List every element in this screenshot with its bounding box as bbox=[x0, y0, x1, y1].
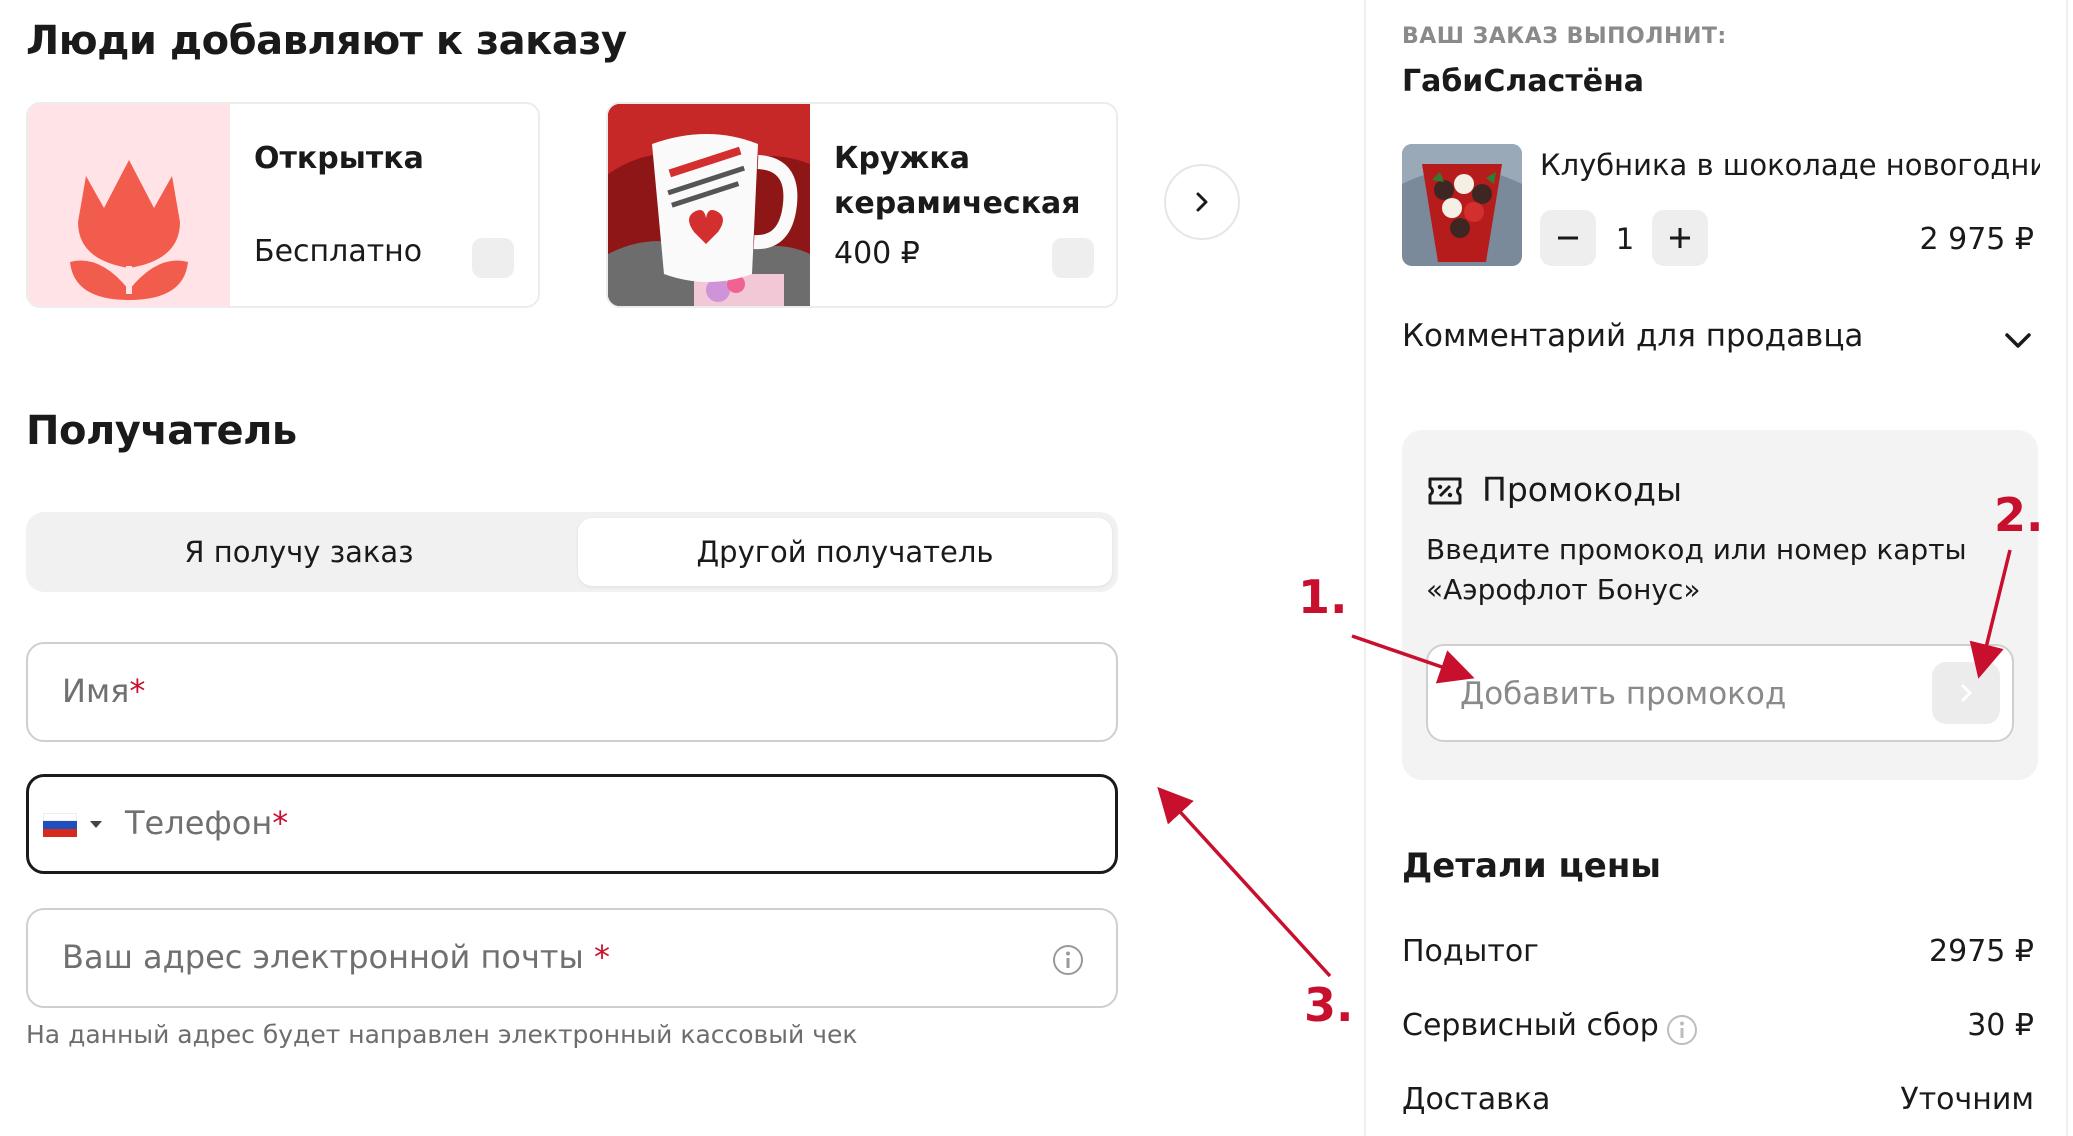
order-item-price: 2 975 ₽ bbox=[1919, 222, 2034, 257]
order-item-thumbnail bbox=[1402, 144, 1522, 266]
russia-flag-icon bbox=[43, 813, 77, 837]
email-hint: На данный адрес будет направлен электрон… bbox=[26, 1020, 858, 1049]
subtotal-label: Подытог bbox=[1402, 934, 1539, 969]
delivery-value: Уточним bbox=[1900, 1082, 2034, 1117]
delivery-label: Доставка bbox=[1402, 1082, 1551, 1117]
promo-title: Промокоды bbox=[1482, 470, 1683, 509]
plus-icon bbox=[1670, 228, 1690, 248]
sidebar-edge bbox=[2066, 0, 2068, 1136]
strawberry-bouquet-image bbox=[1402, 144, 1522, 266]
addon-name: Кружка керамическая bbox=[834, 141, 1081, 221]
tab-other-recipient[interactable]: Другой получатель bbox=[578, 518, 1112, 586]
addon-card-mug[interactable]: Кружка керамическая 400 ₽ bbox=[606, 102, 1118, 308]
name-field[interactable]: Имя* bbox=[26, 642, 1118, 742]
addon-checkbox[interactable] bbox=[1052, 238, 1094, 278]
addon-card-postcard[interactable]: Открытка Бесплатно bbox=[26, 102, 540, 308]
required-mark: * bbox=[129, 672, 146, 710]
seller-comment-toggle[interactable]: Комментарий для продавца bbox=[1402, 318, 2038, 368]
seller-comment-label: Комментарий для продавца bbox=[1402, 318, 1864, 354]
info-icon[interactable] bbox=[1052, 944, 1084, 976]
email-placeholder: Ваш адрес электронной почты * bbox=[62, 938, 610, 976]
chevron-right-icon bbox=[1196, 192, 1208, 212]
addon-name: Открытка bbox=[254, 141, 424, 176]
arrow-3 bbox=[1157, 786, 1332, 978]
name-placeholder: Имя* bbox=[62, 672, 145, 710]
quantity-decrease-button[interactable] bbox=[1540, 210, 1596, 266]
order-item-name[interactable]: Клубника в шоколаде новогодний " bbox=[1540, 148, 2040, 182]
column-divider bbox=[1364, 0, 1366, 1136]
info-icon[interactable] bbox=[1666, 1014, 1698, 1046]
minus-icon bbox=[1558, 236, 1578, 240]
tab-self-recipient[interactable]: Я получу заказ bbox=[32, 518, 566, 586]
coupon-icon bbox=[1428, 477, 1462, 505]
addon-checkbox[interactable] bbox=[472, 238, 514, 278]
price-details-title: Детали цены bbox=[1402, 846, 1662, 886]
promo-description: Введите промокод или номер карты «Аэрофл… bbox=[1426, 533, 1967, 606]
annotation-2: 2. bbox=[1994, 488, 2044, 542]
fulfilled-by-label: ВАШ ЗАКАЗ ВЫПОЛНИТ: bbox=[1402, 24, 1727, 49]
email-placeholder-text: Ваш адрес электронной почты bbox=[62, 938, 584, 976]
mug-thumbnail bbox=[608, 104, 810, 306]
promo-placeholder: Добавить промокод bbox=[1460, 676, 1787, 712]
quantity-value: 1 bbox=[1615, 222, 1635, 256]
required-mark: * bbox=[272, 804, 289, 842]
phone-field[interactable]: Телефон* bbox=[26, 774, 1118, 874]
mug-image bbox=[608, 104, 810, 306]
chevron-right-icon bbox=[1961, 684, 1972, 702]
quantity-increase-button[interactable] bbox=[1652, 210, 1708, 266]
addon-price: Бесплатно bbox=[254, 234, 423, 269]
country-selector[interactable] bbox=[43, 813, 107, 839]
addons-title: Люди добавляют к заказу bbox=[26, 18, 627, 64]
phone-placeholder: Телефон* bbox=[125, 804, 288, 842]
subtotal-value: 2975 ₽ bbox=[1929, 934, 2034, 969]
email-field[interactable]: Ваш адрес электронной почты * bbox=[26, 908, 1118, 1008]
phone-placeholder-text: Телефон bbox=[125, 804, 273, 842]
promo-apply-button[interactable] bbox=[1932, 662, 2000, 724]
name-placeholder-text: Имя bbox=[62, 672, 130, 710]
postcard-thumbnail bbox=[28, 104, 230, 306]
tulip-icon bbox=[70, 160, 188, 300]
required-mark: * bbox=[593, 938, 610, 976]
service-fee-value: 30 ₽ bbox=[1967, 1008, 2034, 1043]
caret-down-icon bbox=[90, 821, 102, 828]
recipient-title: Получатель bbox=[26, 408, 297, 454]
chevron-down-icon bbox=[2005, 333, 2031, 348]
addons-next-button[interactable] bbox=[1164, 164, 1240, 240]
addon-price: 400 ₽ bbox=[834, 236, 920, 271]
promo-code-input[interactable]: Добавить промокод bbox=[1426, 644, 2014, 742]
annotation-1: 1. bbox=[1298, 570, 1348, 624]
service-fee-label: Сервисный сбор bbox=[1402, 1008, 1659, 1043]
seller-name[interactable]: ГабиСластёна bbox=[1402, 64, 1644, 99]
recipient-toggle: Я получу заказ Другой получатель bbox=[26, 512, 1118, 592]
annotation-3: 3. bbox=[1304, 978, 1354, 1032]
